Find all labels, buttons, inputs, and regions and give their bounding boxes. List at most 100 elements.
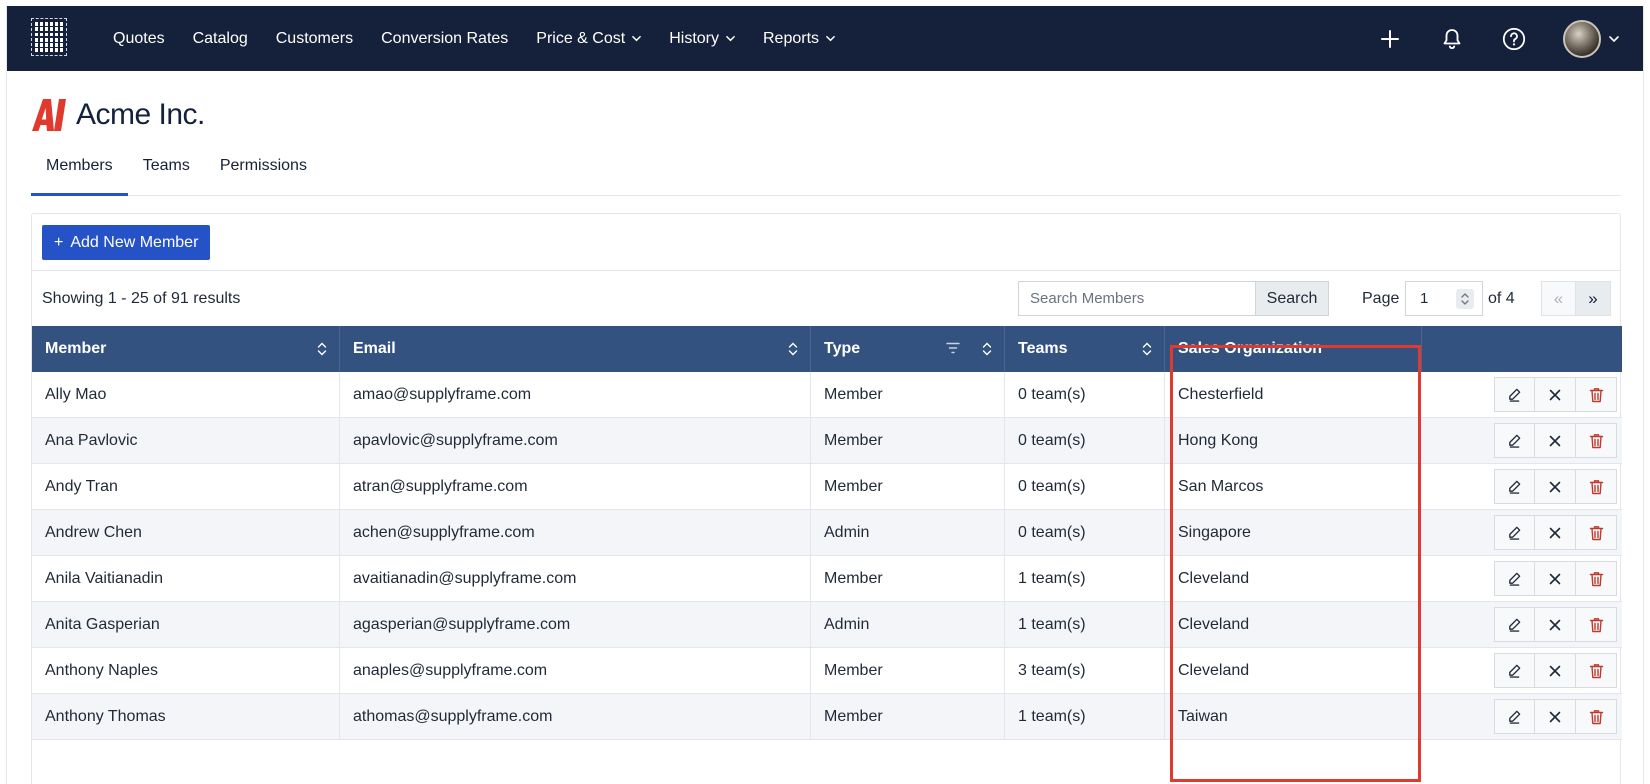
chevron-down-icon <box>632 35 642 42</box>
close-icon[interactable] <box>1535 607 1576 642</box>
cell-email: apavlovic@supplyframe.com <box>340 418 811 464</box>
edit-icon[interactable] <box>1494 653 1535 688</box>
bell-icon[interactable] <box>1439 26 1465 52</box>
cell-teams: 0 team(s) <box>1005 418 1165 464</box>
cell-email: atran@supplyframe.com <box>340 464 811 510</box>
add-member-button[interactable]: + Add New Member <box>42 225 211 260</box>
next-page-button[interactable]: » <box>1576 281 1611 316</box>
cell-type: Admin <box>811 510 1005 556</box>
nav-item-label: Conversion Rates <box>381 29 509 47</box>
trash-icon[interactable] <box>1576 699 1617 734</box>
avatar[interactable] <box>1563 19 1601 58</box>
cell-member: Ally Mao <box>32 372 340 418</box>
cell-type: Member <box>811 372 1005 418</box>
column-header-sales-organization[interactable]: Sales Organization <box>1165 326 1422 372</box>
trash-icon[interactable] <box>1576 607 1617 642</box>
cell-org: San Marcos <box>1178 478 1264 495</box>
app-launcher-icon[interactable] <box>31 18 67 56</box>
nav-item-history[interactable]: History <box>669 30 735 48</box>
page-number-input[interactable]: 1 <box>1405 281 1483 316</box>
user-menu[interactable] <box>1563 19 1619 58</box>
sort-icon[interactable] <box>1142 342 1152 356</box>
table-row: Anthony Thomas athomas@supplyframe.com Mem… <box>32 694 1622 740</box>
page-stepper-icon[interactable] <box>1456 289 1474 309</box>
tab-permissions[interactable]: Permissions <box>205 152 322 196</box>
nav-item-conversion-rates[interactable]: Conversion Rates <box>381 30 508 48</box>
cell-org: Taiwan <box>1178 708 1228 725</box>
cell-member: Anila Vaitianadin <box>32 556 340 602</box>
close-icon[interactable] <box>1535 377 1576 412</box>
cell-email: athomas@supplyframe.com <box>340 694 811 740</box>
nav-item-price-cost[interactable]: Price & Cost <box>536 30 642 48</box>
action-group <box>1494 515 1617 550</box>
cell-teams: 1 team(s) <box>1005 602 1165 648</box>
sort-icon[interactable] <box>317 342 327 356</box>
divider <box>32 270 1620 271</box>
chevron-down-icon <box>726 35 735 42</box>
nav-item-customers[interactable]: Customers <box>276 30 353 48</box>
close-icon[interactable] <box>1535 469 1576 504</box>
trash-icon[interactable] <box>1576 653 1617 688</box>
page-label: Page <box>1362 290 1400 307</box>
edit-icon[interactable] <box>1494 515 1535 550</box>
close-icon[interactable] <box>1535 423 1576 458</box>
trash-icon[interactable] <box>1576 423 1617 458</box>
pagination: « » <box>1541 281 1611 316</box>
close-icon[interactable] <box>1535 653 1576 688</box>
members-panel: + Add New Member Showing 1 - 25 of 91 re… <box>31 213 1622 784</box>
nav-item-reports[interactable]: Reports <box>763 30 835 48</box>
main-nav: Quotes Catalog Customers Conversion Rates Pr… <box>99 6 849 71</box>
trash-icon[interactable] <box>1576 515 1617 550</box>
plus-icon[interactable] <box>1377 26 1403 52</box>
members-table: Member Email Type Teams Sales Organizati… <box>32 326 1622 740</box>
cell-email: amao@supplyframe.com <box>340 372 811 418</box>
cell-type: Admin <box>811 602 1005 648</box>
cell-member: Anthony Thomas <box>32 694 340 740</box>
chevron-down-icon <box>1609 35 1619 42</box>
cell-email: anaples@supplyframe.com <box>340 648 811 694</box>
row-actions <box>1422 648 1622 694</box>
column-header-member[interactable]: Member <box>32 326 340 372</box>
close-icon[interactable] <box>1535 699 1576 734</box>
tab-members[interactable]: Members <box>31 152 128 196</box>
search-button[interactable]: Search <box>1255 281 1329 316</box>
edit-icon[interactable] <box>1494 561 1535 596</box>
trash-icon[interactable] <box>1576 469 1617 504</box>
column-label: Teams <box>1018 340 1068 357</box>
edit-icon[interactable] <box>1494 699 1535 734</box>
cell-org: Hong Kong <box>1178 432 1259 449</box>
tab-teams[interactable]: Teams <box>128 152 205 196</box>
edit-icon[interactable] <box>1494 469 1535 504</box>
search-group: Search <box>1018 281 1329 316</box>
edit-icon[interactable] <box>1494 607 1535 642</box>
column-header-email[interactable]: Email <box>340 326 811 372</box>
cell-type: Member <box>811 464 1005 510</box>
nav-item-label: Quotes <box>113 29 165 47</box>
cell-type: Member <box>811 694 1005 740</box>
nav-item-quotes[interactable]: Quotes <box>113 30 165 48</box>
column-label: Member <box>45 340 107 357</box>
sort-icon[interactable] <box>982 342 992 356</box>
cell-email: agasperian@supplyframe.com <box>340 602 811 648</box>
edit-icon[interactable] <box>1494 377 1535 412</box>
cell-teams: 0 team(s) <box>1005 372 1165 418</box>
prev-page-button[interactable]: « <box>1541 281 1576 316</box>
sort-icon[interactable] <box>788 342 798 356</box>
nav-item-label: Catalog <box>192 29 248 47</box>
trash-icon[interactable] <box>1576 561 1617 596</box>
close-icon[interactable] <box>1535 561 1576 596</box>
column-header-teams[interactable]: Teams <box>1005 326 1165 372</box>
app-frame: Quotes Catalog Customers Conversion Rates Pr… <box>6 6 1644 784</box>
table-row: Andrew Chen achen@supplyframe.com Admin 0 t… <box>32 510 1622 556</box>
nav-item-catalog[interactable]: Catalog <box>193 30 248 48</box>
page-number-value: 1 <box>1420 290 1429 307</box>
column-header-type[interactable]: Type <box>811 326 1005 372</box>
edit-icon[interactable] <box>1494 423 1535 458</box>
trash-icon[interactable] <box>1576 377 1617 412</box>
table-row: Anila Vaitianadin avaitianadin@supplyfram… <box>32 556 1622 602</box>
filter-icon[interactable] <box>946 341 960 355</box>
help-icon[interactable] <box>1501 26 1527 52</box>
close-icon[interactable] <box>1535 515 1576 550</box>
search-input[interactable] <box>1018 281 1255 316</box>
table-row: Anita Gasperian agasperian@supplyframe.co… <box>32 602 1622 648</box>
